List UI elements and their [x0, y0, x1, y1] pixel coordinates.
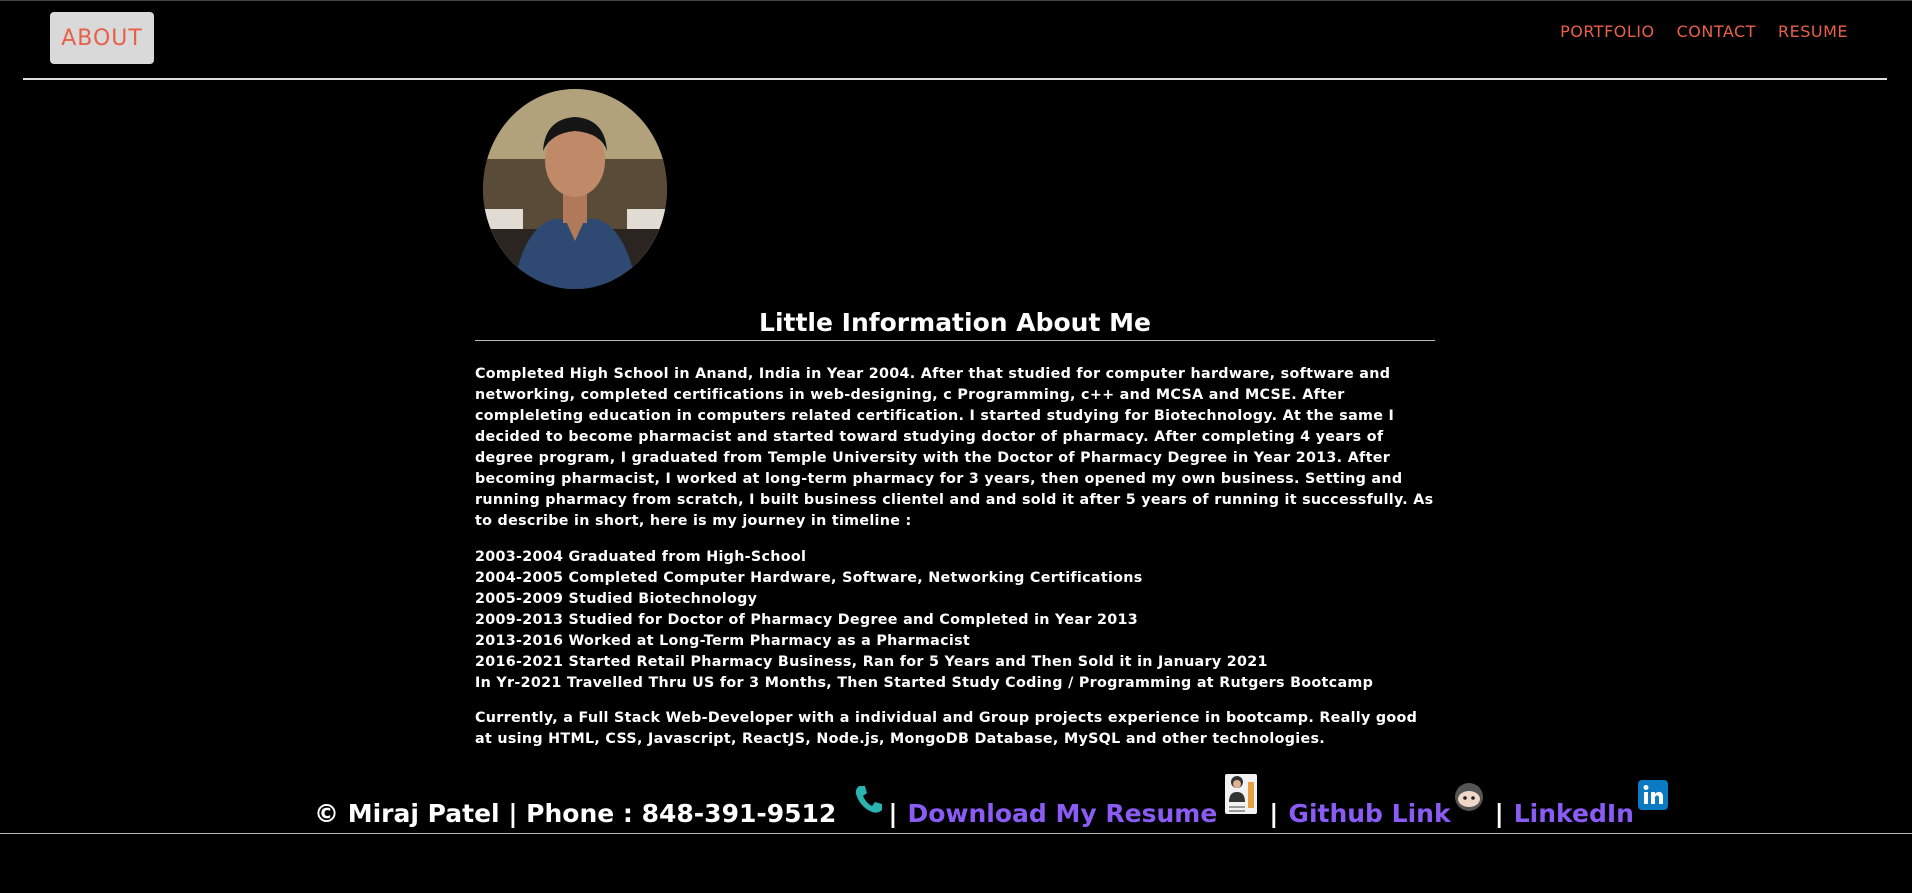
intro-paragraph: Completed High School in Anand, India in… — [475, 366, 1434, 529]
about-content: Completed High School in Anand, India in… — [475, 364, 1437, 750]
section-title: Little Information About Me — [759, 308, 1151, 337]
timeline-list: 2003-2004 Graduated from High-School 200… — [475, 547, 1437, 694]
timeline-item: 2016-2021 Started Retail Pharmacy Busine… — [475, 654, 1268, 670]
footer-separator: | — [1269, 799, 1279, 828]
timeline-item: 2003-2004 Graduated from High-School — [475, 549, 807, 565]
footer-separator: | — [1494, 799, 1504, 828]
timeline-item: In Yr-2021 Travelled Thru US for 3 Month… — [475, 675, 1374, 691]
timeline-item: 2005-2009 Studied Biotechnology — [475, 591, 758, 607]
download-resume-link[interactable]: Download My Resume — [907, 799, 1217, 832]
timeline-item: 2009-2013 Studied for Doctor of Pharmacy… — [475, 612, 1138, 628]
github-icon — [1453, 780, 1485, 832]
nav-resume-link[interactable]: RESUME — [1778, 22, 1848, 41]
about-button[interactable]: ABOUT — [50, 12, 154, 64]
github-link[interactable]: Github Link — [1288, 799, 1450, 832]
header-divider — [23, 78, 1887, 80]
nav-portfolio-link[interactable]: PORTFOLIO — [1560, 22, 1655, 41]
footer-copyright: © Miraj Patel | Phone : 848-391-9512 — [314, 799, 837, 828]
footer-separator: | — [888, 799, 898, 828]
profile-photo — [483, 89, 667, 289]
timeline-item: 2004-2005 Completed Computer Hardware, S… — [475, 570, 1143, 586]
linkedin-icon — [1637, 780, 1668, 832]
current-paragraph: Currently, a Full Stack Web-Developer wi… — [475, 710, 1418, 747]
nav-contact-link[interactable]: CONTACT — [1677, 22, 1756, 41]
phone-icon — [852, 782, 886, 832]
linkedin-link[interactable]: LinkedIn — [1514, 799, 1634, 832]
header: ABOUT PORTFOLIO CONTACT RESUME — [0, 0, 1912, 80]
footer-divider — [0, 833, 1912, 834]
resume-icon — [1223, 768, 1259, 832]
title-divider — [475, 340, 1435, 341]
nav-menu: PORTFOLIO CONTACT RESUME — [1560, 22, 1848, 41]
footer: © Miraj Patel | Phone : 848-391-9512 | D… — [314, 768, 1668, 832]
timeline-item: 2013-2016 Worked at Long-Term Pharmacy a… — [475, 633, 971, 649]
